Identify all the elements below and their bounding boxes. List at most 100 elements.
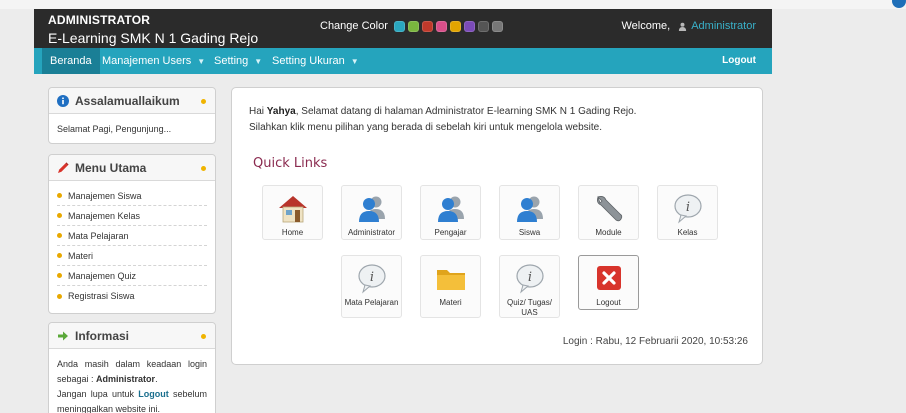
nav-manajemen-users[interactable]: Manajemen Users ▼	[94, 48, 213, 74]
nav-setting-ukuran[interactable]: Setting Ukuran ▼	[264, 48, 367, 74]
menu-item-label: Manajemen Kelas	[68, 210, 141, 221]
quick-link-home[interactable]: Home	[262, 185, 323, 240]
svg-text:i: i	[369, 270, 373, 285]
arrow-right-icon	[58, 331, 68, 341]
users-icon	[516, 196, 543, 222]
quick-links-title: Quick Links	[253, 156, 328, 171]
info-panel-header: Informasi	[49, 323, 215, 349]
wrench-icon	[596, 195, 622, 222]
tile-label: Module	[595, 228, 622, 237]
info-logout-link[interactable]: Logout	[138, 389, 169, 399]
color-swatch[interactable]	[491, 20, 503, 32]
quick-link-administrator[interactable]: Administrator	[341, 185, 402, 240]
greeting-panel: Assalamuallaikum Selamat Pagi, Pengunjun…	[48, 87, 216, 144]
menu-item-mata-pelajaran[interactable]: Mata Pelajaran	[57, 226, 207, 246]
menu-item-label: Registrasi Siswa	[68, 291, 135, 301]
tile-label: Administrator	[347, 228, 396, 237]
info-line2a: Jangan lupa untuk	[57, 389, 134, 399]
info-text: Anda masih dalam keadaan login sebagai :…	[57, 359, 207, 413]
quick-link-siswa[interactable]: Siswa	[499, 185, 560, 240]
main-content: Hai Yahya, Selamat datang di halaman Adm…	[231, 87, 763, 365]
nav-setting[interactable]: Setting ▼	[206, 48, 270, 74]
site-title: E-Learning SMK N 1 Gading Rejo	[48, 30, 259, 46]
users-icon	[358, 196, 385, 222]
quick-link-pengajar[interactable]: Pengajar	[420, 185, 481, 240]
menu-item-label: Manajemen Siswa	[68, 190, 142, 201]
menu-item-registrasi-siswa[interactable]: Registrasi Siswa	[57, 286, 207, 306]
site-brand: ADMINISTRATOR E-Learning SMK N 1 Gading …	[48, 13, 258, 46]
bullet-icon	[57, 293, 62, 299]
site-header: ADMINISTRATOR E-Learning SMK N 1 Gading …	[34, 9, 772, 48]
nav-beranda[interactable]: Beranda	[42, 48, 100, 74]
greeting-panel-title: Assalamuallaikum	[75, 94, 180, 108]
info-panel-title: Informasi	[75, 329, 130, 343]
color-swatch[interactable]	[449, 20, 461, 32]
tile-label: Quiz/ Tugas/ UAS	[507, 298, 552, 317]
greet-rest: , Selamat datang di halaman Administrato…	[295, 106, 637, 117]
nav-label: Setting Ukuran	[272, 55, 345, 67]
greeting-panel-header: Assalamuallaikum	[49, 88, 215, 114]
quick-link-logout[interactable]: Logout	[578, 255, 639, 310]
menu-item-manajemen-quiz[interactable]: Manajemen Quiz	[57, 266, 207, 286]
menu-item-manajemen-siswa[interactable]: Manajemen Siswa	[57, 186, 207, 206]
greet-prefix: Hai	[249, 106, 265, 117]
svg-text:i: i	[685, 200, 689, 215]
chevron-down-icon: ▼	[350, 57, 359, 66]
folder-icon	[436, 270, 465, 290]
color-swatch[interactable]	[463, 20, 475, 32]
main-menu-list: Manajemen Siswa Manajemen Kelas Mata Pel…	[49, 181, 215, 309]
info-panel: Informasi Anda masih dalam keadaan login…	[48, 322, 216, 413]
nav-logout-link[interactable]: Logout	[722, 48, 756, 74]
role-title: ADMINISTRATOR	[48, 13, 151, 27]
menu-item-manajemen-kelas[interactable]: Manajemen Kelas	[57, 206, 207, 226]
user-icon	[679, 22, 687, 31]
welcome-label: Welcome,	[621, 20, 671, 32]
menu-item-label: Mata Pelajaran	[68, 230, 129, 241]
panel-toggle-dot[interactable]	[201, 334, 206, 339]
greeting-text: Selamat Pagi, Pengunjung...	[57, 124, 172, 134]
chevron-down-icon: ▼	[197, 57, 206, 66]
tile-label: Kelas	[677, 228, 698, 237]
quick-link-materi[interactable]: Materi	[420, 255, 481, 318]
info-icon: i	[515, 264, 544, 294]
pencil-icon	[58, 162, 69, 173]
tile-label: Siswa	[518, 228, 541, 237]
tile-label: Pengajar	[434, 228, 467, 237]
tile-label: Materi	[439, 298, 462, 307]
greet-line2: Silahkan klik menu pilihan yang berada d…	[249, 122, 602, 133]
tile-label: Home	[281, 228, 304, 237]
menu-item-materi[interactable]: Materi	[57, 246, 207, 266]
menu-panel-title: Menu Utama	[75, 161, 147, 175]
close-icon	[596, 266, 621, 290]
quick-link-quiz[interactable]: i Quiz/ Tugas/ UAS	[499, 255, 560, 318]
greet-name: Yahya	[266, 106, 296, 117]
quick-link-kelas[interactable]: i Kelas	[657, 185, 718, 240]
panel-toggle-dot[interactable]	[201, 166, 206, 171]
change-color-control: Change Color	[320, 20, 506, 32]
color-swatch[interactable]	[435, 20, 447, 32]
color-swatches	[393, 20, 506, 32]
bullet-icon	[57, 233, 62, 238]
username-link[interactable]: Administrator	[691, 20, 756, 32]
color-swatch[interactable]	[421, 20, 433, 32]
quick-link-module[interactable]: Module	[578, 185, 639, 240]
info-role: Administrator	[96, 374, 156, 384]
color-swatch[interactable]	[477, 20, 489, 32]
bullet-icon	[57, 213, 62, 218]
color-swatch[interactable]	[407, 20, 419, 32]
users-icon	[437, 196, 464, 222]
browser-corner-badge	[892, 0, 906, 8]
menu-panel-header: Menu Utama	[49, 155, 215, 181]
nav-label: Setting	[214, 55, 249, 67]
login-timestamp: Login : Rabu, 12 Februarii 2020, 10:53:2…	[562, 336, 748, 347]
color-swatch[interactable]	[393, 20, 405, 32]
tile-label: Mata Pelajaran	[344, 298, 399, 307]
info-icon: i	[673, 194, 702, 224]
bullet-icon	[57, 193, 62, 198]
panel-toggle-dot[interactable]	[201, 99, 206, 104]
svg-text:i: i	[527, 270, 531, 285]
quick-link-mata-pelajaran[interactable]: i Mata Pelajaran	[341, 255, 402, 318]
nav-label: Beranda	[50, 55, 92, 67]
menu-item-label: Materi	[68, 250, 94, 261]
menu-item-label: Manajemen Quiz	[68, 270, 137, 281]
